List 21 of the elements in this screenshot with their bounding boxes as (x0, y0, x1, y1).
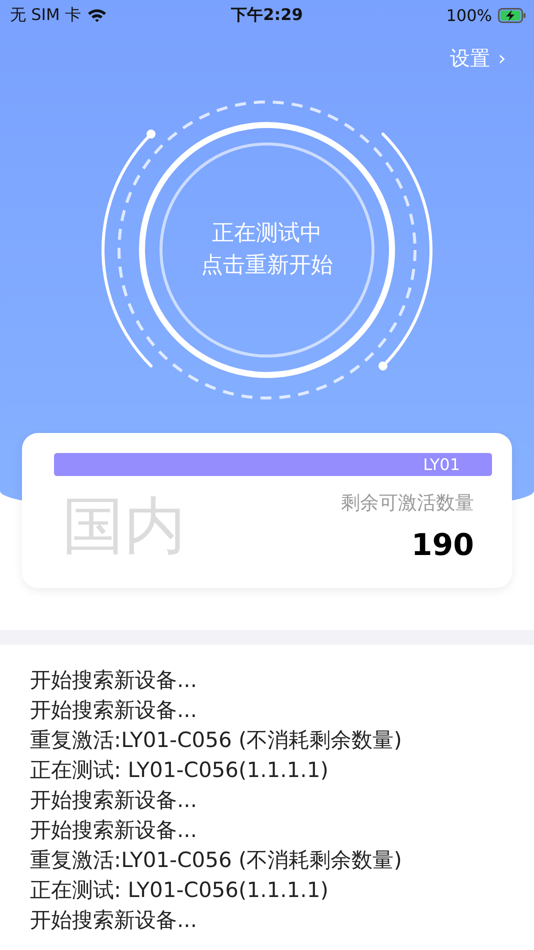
model-tag: LY01 (54, 453, 492, 476)
wifi-icon (86, 8, 107, 22)
battery-percent: 100% (446, 6, 492, 24)
log-line: 开始搜索新设备... (30, 667, 198, 694)
remaining-count: 190 (411, 528, 474, 563)
settings-link[interactable]: 设置 › (450, 38, 506, 72)
log-line: 正在测试: LY01-C056(1.1.1.1) (30, 757, 330, 784)
progress-ring-drawing[interactable] (102, 100, 432, 400)
clock: 下午2:29 (231, 4, 303, 24)
log-line: 开始搜索新设备... (30, 817, 198, 844)
carrier-label: 无 SIM 卡 (10, 4, 81, 26)
ring-status-text: 正在测试中 (212, 220, 322, 248)
ring-status-text: 点击重新开始 (201, 252, 333, 280)
log-line: 正在测试: LY01-C056(1.1.1.1) (30, 877, 330, 904)
battery-charging-icon (498, 8, 526, 22)
log-line: 重复激活:LY01-C056 (不消耗剩余数量) (30, 847, 403, 874)
remaining-label: 剩余可激活数量 (341, 491, 474, 516)
log-line: 开始搜索新设备... (30, 697, 198, 724)
log-line: 开始搜索新设备... (30, 907, 198, 934)
log-line: 重复激活:LY01-C056 (不消耗剩余数量) (30, 727, 403, 754)
log-line: 开始搜索新设备... (30, 787, 198, 814)
